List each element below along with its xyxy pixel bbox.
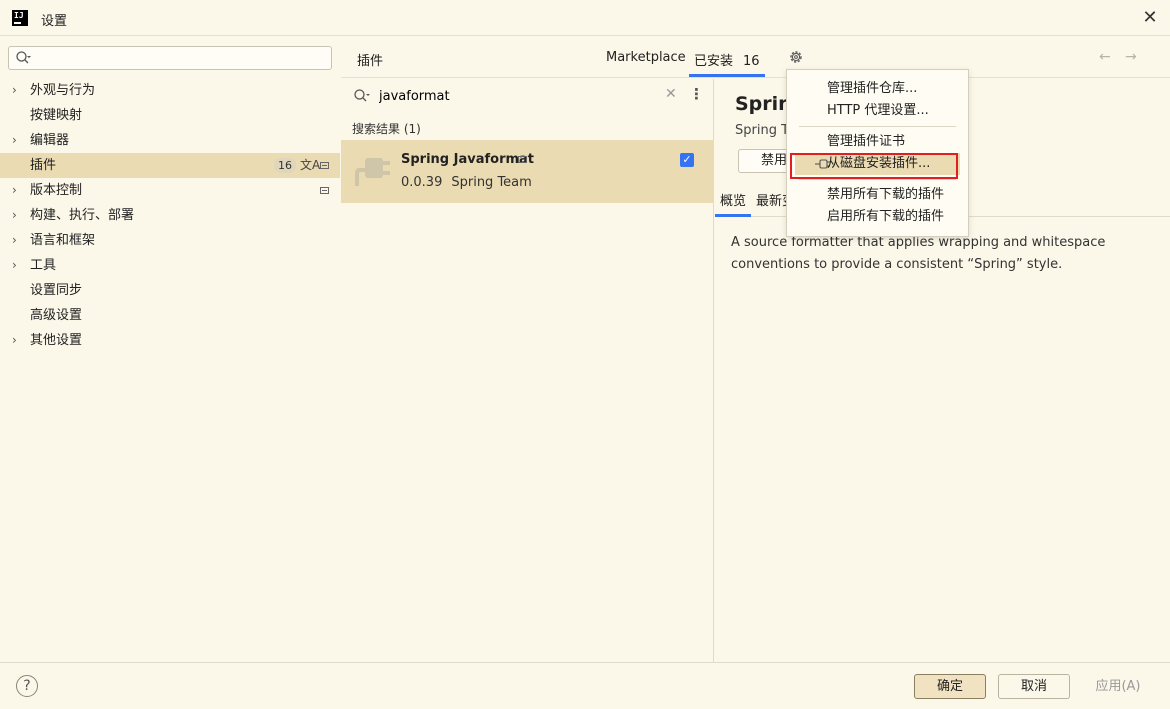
title-bar: IJ 设置 ✕ xyxy=(0,0,1170,36)
installed-count: 16 xyxy=(743,54,760,69)
menu-item-manage-repositories[interactable]: 管理插件仓库... xyxy=(787,78,968,100)
cancel-button[interactable]: 取消 xyxy=(998,674,1070,699)
menu-item-manage-certificates[interactable]: 管理插件证书 xyxy=(787,131,968,153)
menu-item-label: 管理插件证书 xyxy=(827,134,906,149)
menu-item-http-proxy[interactable]: HTTP 代理设置... xyxy=(787,100,968,122)
help-button[interactable]: ? xyxy=(16,675,38,697)
translate-icon: 文A xyxy=(300,158,321,172)
chevron-right-icon: › xyxy=(12,233,17,247)
project-scope-icon xyxy=(320,187,329,194)
sidebar-item-label: 语言和框架 xyxy=(30,233,96,248)
sidebar-search-field[interactable] xyxy=(8,46,332,70)
sidebar-item-settings-sync[interactable]: 设置同步 xyxy=(0,278,340,303)
plugin-meta: 0.0.39 Spring Team xyxy=(401,175,532,190)
tab-overview[interactable]: 概览 xyxy=(715,185,752,217)
menu-item-label: 启用所有下载的插件 xyxy=(827,209,945,224)
sidebar-item-vcs[interactable]: › 版本控制 xyxy=(0,178,340,203)
menu-item-disable-all-downloaded[interactable]: 禁用所有下载的插件 xyxy=(787,184,968,206)
menu-item-label: 管理插件仓库... xyxy=(827,81,918,96)
forward-arrow-icon[interactable]: → xyxy=(1125,49,1137,65)
gear-icon[interactable] xyxy=(788,49,804,65)
sidebar-item-languages[interactable]: › 语言和框架 xyxy=(0,228,340,253)
sidebar-item-tools[interactable]: › 工具 xyxy=(0,253,340,278)
plugin-plug-icon xyxy=(355,158,390,186)
chevron-right-icon: › xyxy=(12,183,17,197)
sidebar-search-input[interactable] xyxy=(37,49,327,67)
window-title: 设置 xyxy=(41,14,68,29)
project-scope-icon xyxy=(320,162,329,169)
sidebar-item-label: 外观与行为 xyxy=(30,83,96,98)
sidebar-item-label: 构建、执行、部署 xyxy=(30,208,135,223)
plugin-search-input[interactable] xyxy=(379,87,659,105)
clear-search-icon[interactable]: ✕ xyxy=(665,86,677,102)
more-options-icon[interactable]: ⋮ xyxy=(689,85,704,103)
menu-item-label: HTTP 代理设置... xyxy=(827,103,929,118)
chevron-right-icon: › xyxy=(12,258,17,272)
sidebar-item-plugins[interactable]: 插件 16 文A xyxy=(0,153,340,178)
search-results-label: 搜索结果 (1) xyxy=(352,122,421,136)
plugin-list-panel: ✕ ⋮ 搜索结果 (1) Spring Javaformat 0.0.39Spr… xyxy=(341,79,714,662)
menu-separator xyxy=(799,126,956,127)
sidebar-item-appearance[interactable]: › 外观与行为 xyxy=(0,78,340,103)
tab-label: 已安装 xyxy=(694,54,734,69)
apply-button[interactable]: 应用(A) xyxy=(1082,674,1154,699)
menu-separator xyxy=(799,179,956,180)
chevron-right-icon: › xyxy=(12,333,17,347)
sidebar-item-label: 按键映射 xyxy=(30,108,83,123)
sidebar-item-keymap[interactable]: 按键映射 xyxy=(0,103,340,128)
app-logo-icon: IJ xyxy=(12,10,28,26)
sidebar-item-other[interactable]: › 其他设置 xyxy=(0,328,340,353)
plugins-count-badge: 16 xyxy=(274,158,296,173)
sidebar-item-label: 编辑器 xyxy=(30,133,70,148)
close-button[interactable]: ✕ xyxy=(1140,8,1160,28)
sidebar-item-advanced[interactable]: 高级设置 xyxy=(0,303,340,328)
plugin-description: A source formatter that applies wrapping… xyxy=(731,235,1106,272)
tab-whats-new[interactable]: 最新变化 xyxy=(756,190,788,209)
chevron-right-icon: › xyxy=(12,83,17,97)
page-title: 插件 xyxy=(357,54,384,69)
menu-item-label: 禁用所有下载的插件 xyxy=(827,187,945,202)
plugin-version: 0.0.39 xyxy=(401,175,443,190)
annotation-highlight-box xyxy=(790,153,958,179)
chevron-right-icon: › xyxy=(12,133,17,147)
project-scope-icon xyxy=(518,156,527,163)
tab-marketplace[interactable]: Marketplace xyxy=(606,50,686,65)
back-arrow-icon[interactable]: ← xyxy=(1099,49,1111,65)
sidebar-item-label: 高级设置 xyxy=(30,308,83,323)
sidebar-item-label: 版本控制 xyxy=(30,183,83,198)
tab-installed[interactable]: 已安装 16 xyxy=(689,37,765,77)
plugin-name: Spring Javaformat xyxy=(401,152,535,167)
plugins-header: 插件 Marketplace 已安装 16 ← → xyxy=(341,37,1170,78)
sidebar-item-label: 其他设置 xyxy=(30,333,83,348)
settings-sidebar: › 外观与行为 按键映射 › 编辑器 插件 16 文A › 版本控制 › 构建、… xyxy=(0,37,340,662)
ok-button[interactable]: 确定 xyxy=(914,674,986,699)
plugin-vendor: Spring Team xyxy=(451,175,532,190)
sidebar-item-label: 设置同步 xyxy=(30,283,83,298)
sidebar-item-editor[interactable]: › 编辑器 xyxy=(0,128,340,153)
sidebar-item-label: 插件 xyxy=(30,158,57,173)
plugin-search-field[interactable]: ✕ ⋮ xyxy=(341,79,714,113)
sidebar-item-label: 工具 xyxy=(30,258,57,273)
plugin-list-item[interactable]: Spring Javaformat 0.0.39 Spring Team ✓ xyxy=(341,140,714,203)
menu-item-enable-all-downloaded[interactable]: 启用所有下载的插件 xyxy=(787,206,968,228)
search-icon xyxy=(354,89,370,102)
sidebar-item-build[interactable]: › 构建、执行、部署 xyxy=(0,203,340,228)
dialog-footer: ? 确定 取消 应用(A) xyxy=(0,662,1170,709)
chevron-right-icon: › xyxy=(12,208,17,222)
search-icon xyxy=(16,51,31,64)
plugin-enabled-checkbox[interactable]: ✓ xyxy=(680,153,694,167)
